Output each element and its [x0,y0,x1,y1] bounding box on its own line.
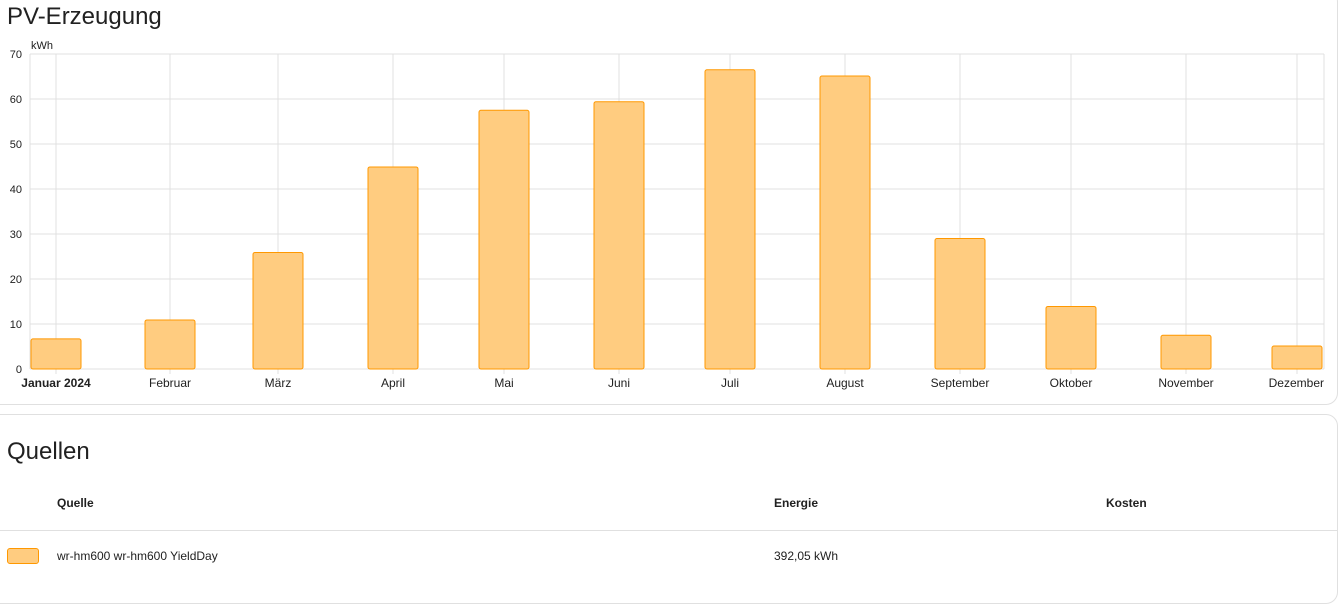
y-tick-label: 10 [10,319,22,331]
bar-2 [144,319,196,370]
sources-title: Quellen [7,438,90,465]
x-tick-label: Juli [721,376,739,390]
x-tick-label: August [826,376,864,390]
bar-9 [934,238,986,370]
y-tick-label: 50 [10,139,22,151]
bar-4 [367,166,419,370]
bar-10 [1045,305,1097,370]
x-tick-label: März [265,376,292,390]
y-tick-label: 70 [10,49,22,61]
bar-11 [1160,334,1212,370]
x-tick-label: Juni [608,376,630,390]
bar-7 [704,69,756,370]
column-header-energy[interactable]: Energie [774,496,818,510]
x-tick-label: Januar 2024 [21,376,91,390]
x-tick-label: September [931,376,990,390]
x-tick-label: November [1158,376,1213,390]
y-tick-label: 30 [10,229,22,241]
source-color-swatch [7,548,39,564]
y-axis-unit: kWh [31,40,53,52]
bar-8 [819,75,871,370]
source-name: wr-hm600 wr-hm600 YieldDay [57,549,218,563]
x-tick-label: Dezember [1269,376,1324,390]
y-tick-label: 60 [10,94,22,106]
y-tick-label: 20 [10,274,22,286]
bar-5 [478,109,530,370]
bar-1 [30,338,82,370]
pv-bar-chart: 0 10 20 30 40 50 60 70 kWh Januar 2024 Februar März… [10,40,1325,390]
column-header-source[interactable]: Quelle [57,496,94,510]
y-tick-label: 0 [16,364,22,376]
y-tick-label: 40 [10,184,22,196]
bar-3 [252,251,304,370]
column-header-cost[interactable]: Kosten [1106,496,1147,510]
table-divider [0,530,1338,531]
source-energy: 392,05 kWh [774,549,839,563]
x-tick-label: Mai [494,376,513,390]
x-tick-label: April [381,376,405,390]
bar-12 [1271,345,1323,370]
x-tick-label: Oktober [1050,376,1093,390]
bar-6 [593,101,645,370]
x-tick-label: Februar [149,376,191,390]
